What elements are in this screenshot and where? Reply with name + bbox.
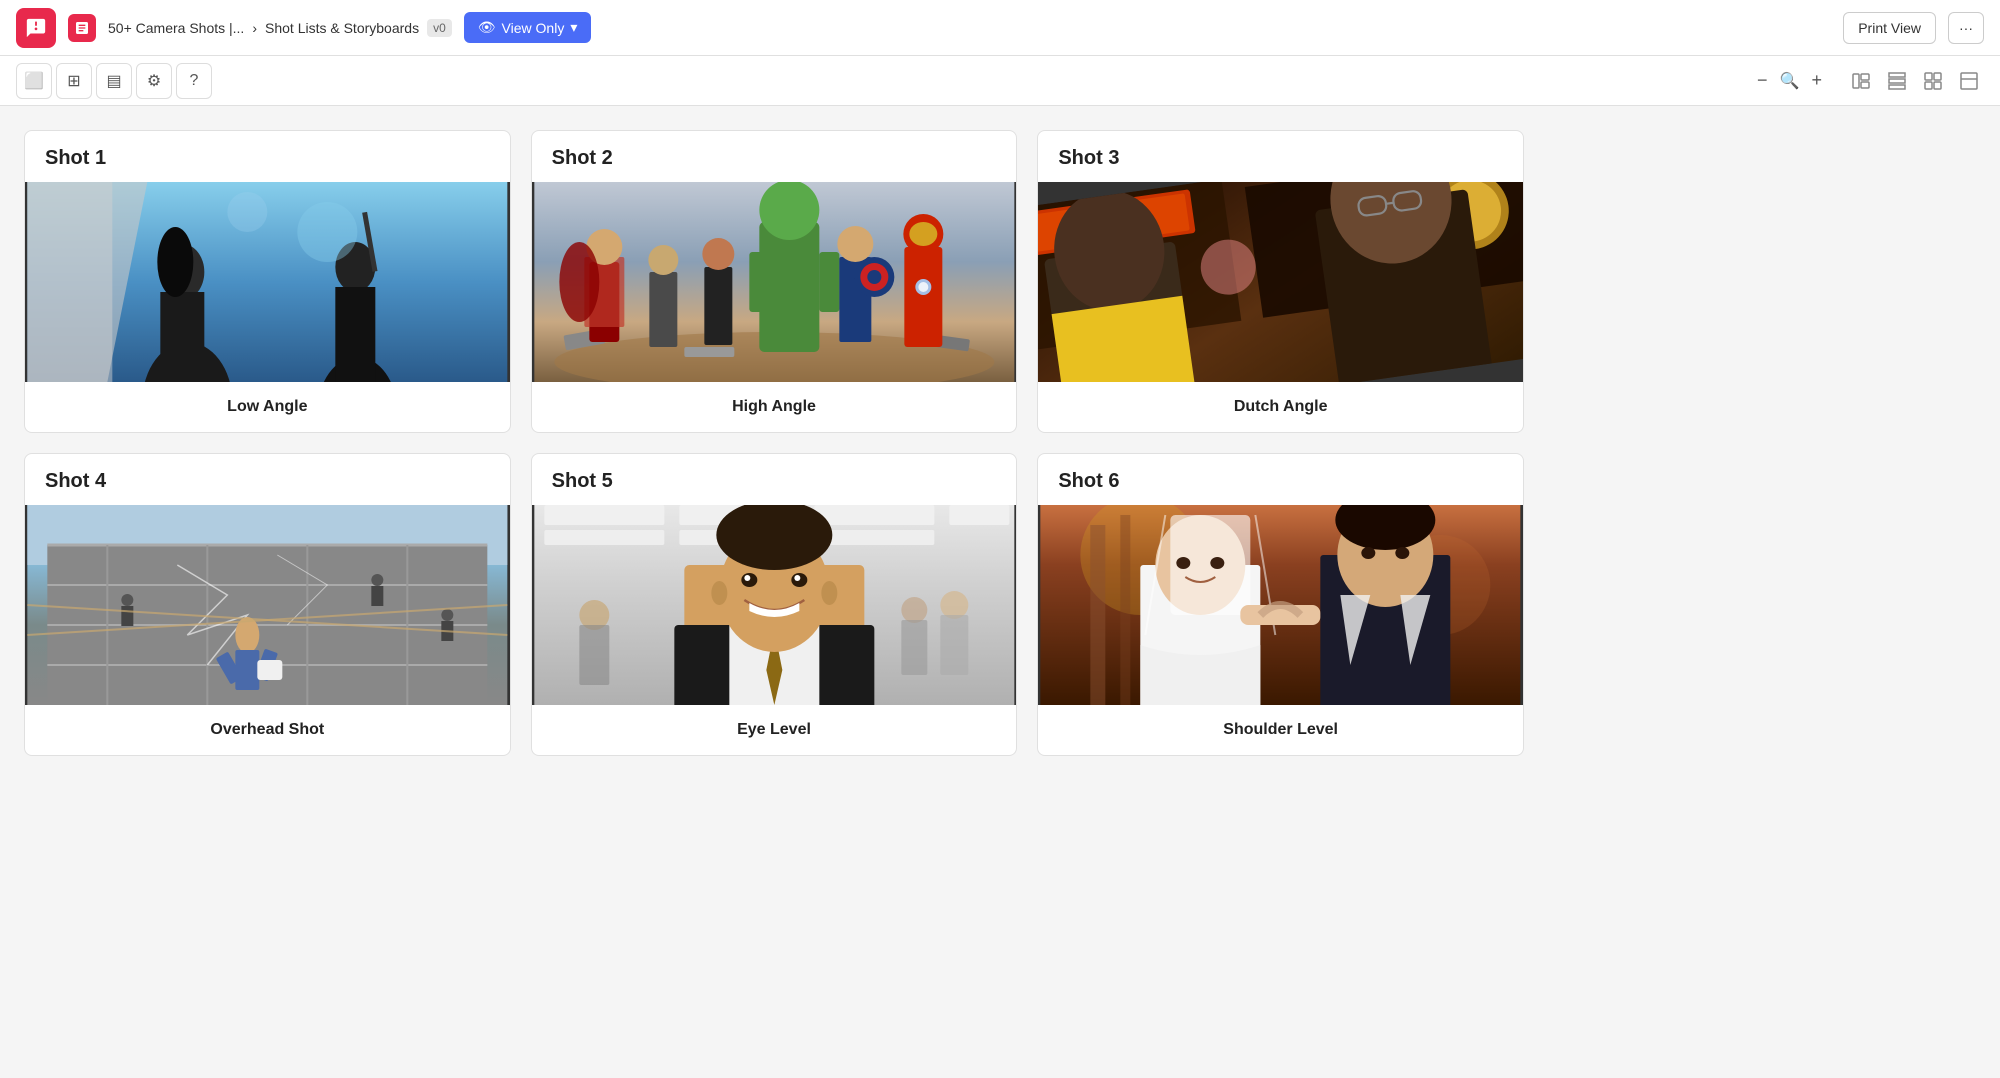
project-title[interactable]: 50+ Camera Shots |... (108, 20, 244, 36)
print-view-button[interactable]: Print View (1843, 12, 1936, 44)
shot-6-title: Shot 6 (1038, 454, 1523, 505)
shot-4-title: Shot 4 (25, 454, 510, 505)
shot-2-image (532, 182, 1017, 382)
shot-1-image (25, 182, 510, 382)
app-header: 50+ Camera Shots |... › Shot Lists & Sto… (0, 0, 2000, 56)
breadcrumb: 50+ Camera Shots |... › Shot Lists & Sto… (108, 19, 452, 37)
table-view-button[interactable] (1882, 66, 1912, 96)
layout-tool-button[interactable]: ▤ (96, 63, 132, 99)
breadcrumb-sep: › (252, 20, 257, 36)
zoom-out-button[interactable]: − (1753, 66, 1772, 95)
help-tool-button[interactable]: ? (176, 63, 212, 99)
shot-1-label: Low Angle (25, 382, 510, 432)
shot-card-4: Shot 4 (24, 453, 511, 756)
shot-4-label: Overhead Shot (25, 705, 510, 755)
grid-icon: ⊞ (67, 71, 80, 91)
shot-card-6: Shot 6 (1037, 453, 1524, 756)
zoom-icon: 🔍 (1780, 71, 1800, 91)
main-content: Shot 1 (0, 106, 2000, 780)
shot-6-label: Shoulder Level (1038, 705, 1523, 755)
dropdown-arrow-icon: ▾ (570, 19, 577, 36)
gear-icon: ⚙ (147, 71, 161, 91)
shot-5-title: Shot 5 (532, 454, 1017, 505)
help-icon: ? (190, 72, 199, 90)
toolbar: ⬜ ⊞ ▤ ⚙ ? − 🔍 + (0, 56, 2000, 106)
view-only-button[interactable]: 👁 View Only ▾ (464, 12, 592, 43)
zoom-in-button[interactable]: + (1807, 66, 1826, 95)
list-view-button[interactable] (1846, 66, 1876, 96)
settings-tool-button[interactable]: ⚙ (136, 63, 172, 99)
section-title[interactable]: Shot Lists & Storyboards (265, 20, 419, 36)
shot-1-title: Shot 1 (25, 131, 510, 182)
project-icon (68, 14, 96, 42)
version-badge: v0 (427, 19, 452, 37)
shot-5-label: Eye Level (532, 705, 1017, 755)
shot-3-image (1038, 182, 1523, 382)
frame-icon: ⬜ (24, 71, 44, 91)
shot-card-2: Shot 2 (531, 130, 1018, 433)
zoom-controls: − 🔍 + (1753, 66, 1826, 95)
grid-tool-button[interactable]: ⊞ (56, 63, 92, 99)
shot-3-title: Shot 3 (1038, 131, 1523, 182)
eye-icon: 👁 (478, 19, 496, 36)
shot-card-3: Shot 3 (1037, 130, 1524, 433)
shot-card-5: Shot 5 (531, 453, 1018, 756)
expand-view-button[interactable] (1954, 66, 1984, 96)
logo-button[interactable] (16, 8, 56, 48)
shot-4-image (25, 505, 510, 705)
more-options-button[interactable]: ··· (1948, 12, 1984, 44)
shot-2-title: Shot 2 (532, 131, 1017, 182)
shot-card-1: Shot 1 (24, 130, 511, 433)
grid-view-button[interactable] (1918, 66, 1948, 96)
shot-2-label: High Angle (532, 382, 1017, 432)
layout-icon: ▤ (106, 71, 121, 91)
shot-5-image (532, 505, 1017, 705)
frame-tool-button[interactable]: ⬜ (16, 63, 52, 99)
shot-3-label: Dutch Angle (1038, 382, 1523, 432)
shots-grid: Shot 1 (24, 130, 1524, 756)
shot-6-image (1038, 505, 1523, 705)
view-mode-controls (1846, 66, 1984, 96)
view-only-label: View Only (502, 20, 565, 36)
